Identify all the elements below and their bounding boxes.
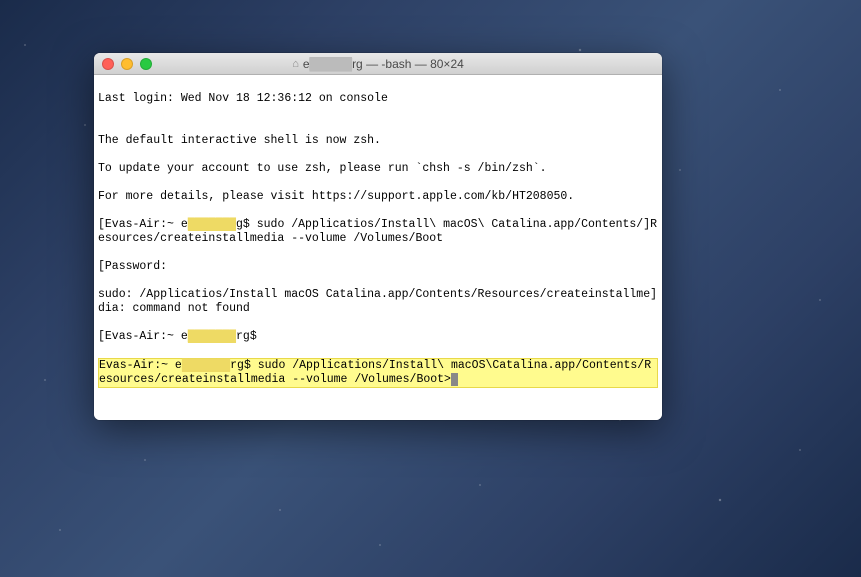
minimize-button[interactable] <box>121 58 133 70</box>
terminal-line-zsh1: The default interactive shell is now zsh… <box>98 134 658 148</box>
window-titlebar[interactable]: ⌂ e█████rg — -bash — 80×24 <box>94 53 662 75</box>
title-suffix: rg — -bash — 80×24 <box>352 57 464 71</box>
terminal-line-password: [Password: <box>98 260 658 274</box>
terminal-line-last-login: Last login: Wed Nov 18 12:36:12 on conso… <box>98 92 658 106</box>
terminal-line-current-cmd: Evas-Air:~ e███████rg$ sudo /Application… <box>98 358 658 388</box>
terminal-line-zsh2: To update your account to use zsh, pleas… <box>98 162 658 176</box>
home-icon: ⌂ <box>292 58 299 70</box>
title-redacted: █████ <box>310 57 353 71</box>
terminal-window: ⌂ e█████rg — -bash — 80×24 Last login: W… <box>94 53 662 420</box>
terminal-line-error: sudo: /Applicatios/Install macOS Catalin… <box>98 288 658 316</box>
terminal-line-zsh3: For more details, please visit https://s… <box>98 190 658 204</box>
maximize-button[interactable] <box>140 58 152 70</box>
window-controls <box>102 58 152 70</box>
close-button[interactable] <box>102 58 114 70</box>
terminal-line-cmd1: [Evas-Air:~ e███████g$ sudo /Applicatios… <box>98 218 658 246</box>
terminal-body[interactable]: Last login: Wed Nov 18 12:36:12 on conso… <box>94 75 662 420</box>
terminal-cursor <box>451 373 458 386</box>
window-title: ⌂ e█████rg — -bash — 80×24 <box>292 57 464 71</box>
terminal-line-prompt2: [Evas-Air:~ e███████rg$ <box>98 330 658 344</box>
